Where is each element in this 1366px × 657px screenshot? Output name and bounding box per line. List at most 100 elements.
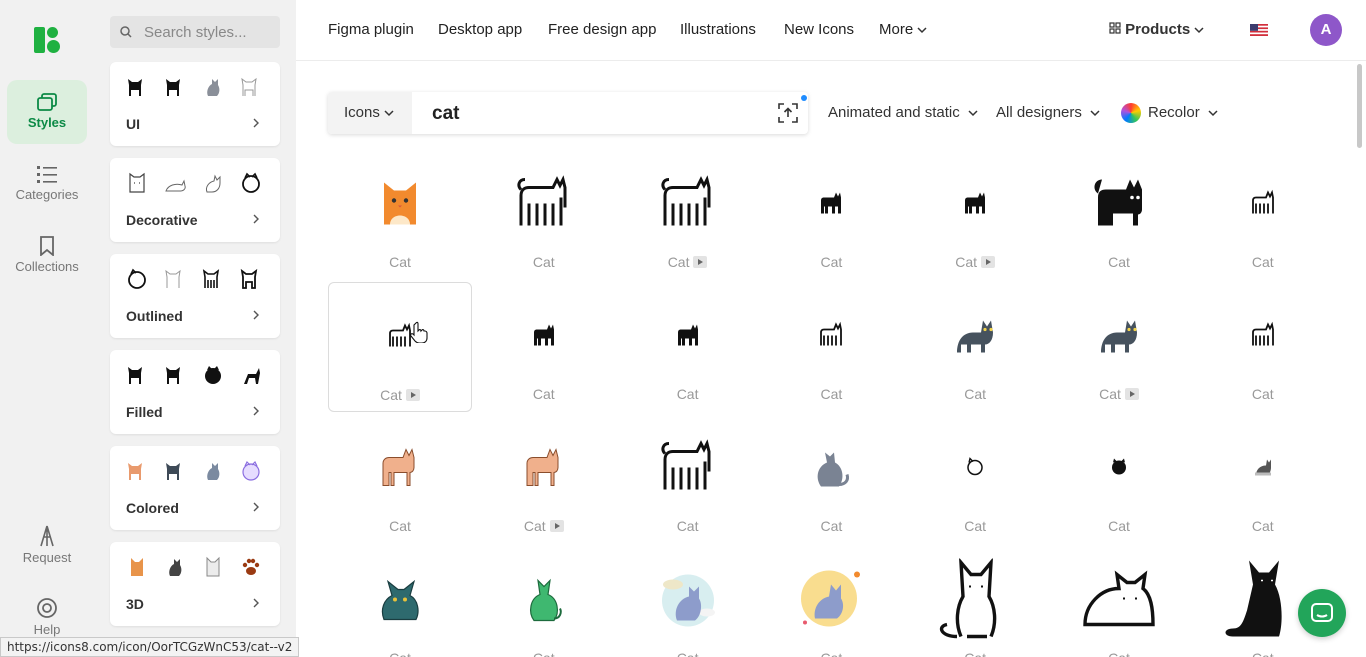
cat-icon: [202, 76, 224, 98]
icon-caption-text: Cat: [964, 386, 987, 402]
icon-caption: Cat: [616, 650, 760, 657]
cat-icon: [126, 268, 148, 290]
icon-result-cell[interactable]: Cat: [1047, 546, 1191, 657]
icon-result-cell[interactable]: Cat: [1191, 282, 1335, 412]
style-card-name: Colored: [126, 500, 179, 516]
user-avatar[interactable]: A: [1310, 14, 1342, 46]
icon-result-cell[interactable]: Cat: [616, 414, 760, 544]
search-type-dropdown[interactable]: Icons: [328, 92, 412, 134]
style-card-name: Decorative: [126, 212, 198, 228]
icon-result-cell[interactable]: Cat: [328, 282, 472, 412]
icon-result-cell[interactable]: Cat: [472, 282, 616, 412]
icon-caption-text: Cat: [523, 518, 546, 534]
cat-icon: [1079, 569, 1159, 634]
chevron-right-icon: [253, 214, 259, 224]
icon-result-cell[interactable]: Cat: [903, 150, 1047, 280]
cat-icon: [126, 172, 148, 194]
style-card-3d[interactable]: 3D: [110, 542, 280, 626]
icon-caption-text: Cat: [1252, 650, 1274, 657]
icon-result-cell[interactable]: Cat: [903, 546, 1047, 657]
icon-caption: Cat: [903, 518, 1047, 534]
nav-figma-plugin[interactable]: Figma plugin: [328, 21, 414, 38]
icon-caption-text: Cat: [1251, 254, 1274, 270]
icon-result-cell[interactable]: Cat: [472, 546, 616, 657]
notification-dot: [801, 95, 807, 101]
style-card-colored[interactable]: Colored: [110, 446, 280, 530]
style-card-ui[interactable]: UI: [110, 62, 280, 146]
chat-button[interactable]: [1298, 589, 1346, 637]
style-search-input[interactable]: [144, 22, 274, 42]
filter-recolor[interactable]: Recolor: [1148, 104, 1218, 121]
icon-result-cell[interactable]: Cat: [1047, 414, 1191, 544]
products-menu[interactable]: Products: [1109, 21, 1204, 38]
icon-caption: Cat: [759, 650, 903, 657]
nav-free-design-app[interactable]: Free design app: [548, 21, 656, 38]
icon-caption: Cat: [472, 650, 616, 657]
style-card-filled[interactable]: Filled: [110, 350, 280, 434]
cat-icon: [240, 364, 262, 386]
rail-item-request[interactable]: Request: [7, 513, 87, 577]
rail-item-categories[interactable]: Categories: [7, 152, 87, 216]
icons8-logo[interactable]: [34, 27, 60, 53]
search-query[interactable]: cat: [432, 103, 459, 125]
request-icon: [40, 525, 54, 547]
style-card-decorative[interactable]: Decorative: [110, 158, 280, 242]
cat-icon: [126, 460, 148, 482]
icon-result-cell[interactable]: Cat: [472, 150, 616, 280]
nav-more[interactable]: More: [879, 21, 927, 38]
style-card-outlined[interactable]: Outlined: [110, 254, 280, 338]
cat-icon: [164, 76, 186, 98]
icon-caption-text: Cat: [676, 386, 699, 402]
play-icon: [549, 520, 564, 532]
chevron-down-icon: [1090, 110, 1100, 117]
icon-result-cell[interactable]: Cat: [328, 546, 472, 657]
icon-result-cell[interactable]: Cat: [1047, 150, 1191, 280]
image-search-icon[interactable]: [776, 101, 800, 125]
filter-animation[interactable]: Animated and static: [828, 104, 978, 121]
icon-result-cell[interactable]: Cat: [759, 282, 903, 412]
filter-designers[interactable]: All designers: [996, 104, 1100, 121]
icon-result-cell[interactable]: Cat: [903, 414, 1047, 544]
page-scrollbar[interactable]: [1357, 64, 1362, 148]
icon-result-cell[interactable]: Cat: [328, 150, 472, 280]
cat-icon: [818, 321, 844, 353]
icon-result-cell[interactable]: Cat: [616, 282, 760, 412]
nav-illustrations[interactable]: Illustrations: [680, 21, 756, 38]
icon-caption: Cat: [472, 386, 616, 402]
styles-panel: UI Decorative Outlined Filled: [95, 0, 296, 657]
icon-caption-text: Cat: [955, 254, 978, 270]
icon-result-cell[interactable]: Cat: [1047, 282, 1191, 412]
left-rail: Styles Categories Collections Request He…: [0, 0, 95, 657]
icon-caption-text: Cat: [676, 518, 699, 534]
rail-item-styles[interactable]: Styles: [7, 80, 87, 144]
icon-result-cell[interactable]: Cat: [616, 546, 760, 657]
style-search[interactable]: [110, 16, 280, 48]
icon-result-cell[interactable]: Cat: [328, 414, 472, 544]
hand-cursor-icon: [410, 321, 428, 343]
cat-icon: [202, 172, 224, 194]
nav-desktop-app[interactable]: Desktop app: [438, 21, 522, 38]
icon-result-cell[interactable]: Cat: [759, 414, 903, 544]
nav-new-icons[interactable]: New Icons: [784, 21, 854, 38]
cat-icon: [935, 557, 1015, 644]
icon-caption-text: Cat: [532, 386, 555, 402]
icon-result-cell[interactable]: Cat: [1191, 414, 1335, 544]
us-flag-icon[interactable]: [1250, 24, 1268, 36]
cat-icon: [378, 576, 422, 627]
icon-caption: Cat: [1047, 386, 1191, 402]
icon-result-cell[interactable]: Cat: [616, 150, 760, 280]
cat-icon: [1223, 557, 1303, 646]
cat-icon: [1097, 315, 1141, 360]
cat-icon: [811, 445, 851, 494]
icon-caption-text: Cat: [820, 254, 843, 270]
chevron-right-icon: [253, 598, 259, 608]
icon-result-cell[interactable]: Cat: [759, 546, 903, 657]
icon-result-cell[interactable]: Cat: [472, 414, 616, 544]
icon-caption: Cat: [759, 386, 903, 402]
icon-result-cell[interactable]: Cat: [1191, 150, 1335, 280]
rail-item-collections[interactable]: Collections: [7, 224, 87, 288]
chevron-down-icon: [917, 27, 927, 34]
icon-result-cell[interactable]: Cat: [903, 282, 1047, 412]
icon-caption-text: Cat: [820, 650, 842, 657]
icon-result-cell[interactable]: Cat: [759, 150, 903, 280]
